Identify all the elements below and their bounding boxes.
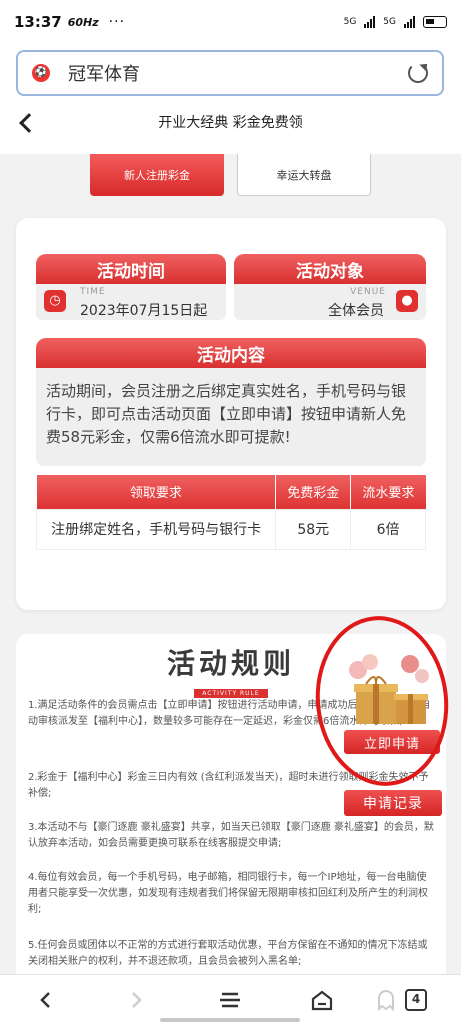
reload-icon[interactable] [408,63,428,83]
tab-lucky-wheel[interactable]: 幸运大转盘 [237,154,371,196]
table-header: 领取要求 [36,475,277,509]
incognito-icon [378,990,394,1011]
nav-forward-button[interactable] [116,983,156,1017]
browser-bottom-nav: 4 [0,974,461,1024]
activity-target-value: 全体会员 [328,303,384,319]
table-cell: 6倍 [350,508,426,550]
target-en-label: VENUE [350,287,386,297]
table-header: 流水要求 [350,475,426,509]
rule-item: 4.每位有效会员，每一个手机号码，电子邮箱，相同银行卡，每一个IP地址，每一台电… [28,872,428,915]
requirement-table: 领取要求 免费彩金 流水要求 注册绑定姓名，手机号码与银行卡 58元 6倍 [35,475,426,550]
activity-target-heading: 活动对象 [234,254,426,284]
signal-icon [364,16,376,28]
rules-subtitle: ACTIVITY RULE [194,689,268,698]
nav-home-button[interactable] [302,983,342,1017]
rule-item: 5.任何会员或团体以不正常的方式进行套取活动优惠，平台方保留在不通知的情况下冻结… [28,940,428,967]
table-row: 注册绑定姓名，手机号码与银行卡 58元 6倍 [35,508,426,550]
nav-menu-button[interactable] [210,983,250,1017]
page-header: 开业大经典 彩金免费领 [0,104,461,154]
table-cell: 58元 [275,508,352,550]
activity-content-text: 活动期间，会员注册之后绑定真实姓名，手机号码与银行卡，即可点击活动页面【立即申请… [36,368,426,466]
activity-time-heading: 活动时间 [36,254,226,284]
activity-time-value: 2023年07月15日起 [80,303,208,319]
chevron-right-icon [132,992,142,1008]
user-icon: ● [396,290,418,312]
signal-label-1: 5G [343,17,357,27]
chevron-left-icon [40,992,50,1008]
table-header: 免费彩金 [275,475,352,509]
menu-icon [220,992,240,1008]
home-indicator [160,1018,300,1022]
activity-target-box: VENUE 全体会员 ● [234,284,426,320]
activity-card: 活动时间 ◷ TIME 2023年07月15日起 活动对象 VENUE 全体会员… [16,218,446,610]
tab-new-user-bonus[interactable]: 新人注册彩金 [90,154,224,196]
more-dots: ··· [108,14,126,30]
battery-icon [423,16,447,28]
activity-time-box: ◷ TIME 2023年07月15日起 [36,284,226,320]
refresh-rate: 60Hz [67,15,99,29]
signal-label-2: 5G [383,17,396,27]
status-time: 13:37 [14,13,62,31]
rule-item: 3.本活动不与【豪门逐鹿 豪礼盛宴】共享，如当天已领取【豪门逐鹿 豪礼盛宴】的会… [28,822,434,849]
address-text[interactable]: 冠军体育 [68,60,140,86]
signal-icon-2 [404,16,415,28]
clock-icon: ◷ [44,290,66,312]
page-title: 开业大经典 彩金免费领 [158,115,303,131]
home-icon [311,990,333,1011]
activity-content-heading: 活动内容 [36,338,426,368]
browser-toolbar: ⚽ 冠军体育 [0,44,461,104]
time-en-label: TIME [80,287,106,297]
status-bar: 13:37 60Hz ··· 5G 5G [0,0,461,44]
nav-tabs-button[interactable]: 4 [396,983,436,1017]
tabs-count: 4 [405,989,427,1011]
address-bar[interactable]: ⚽ 冠军体育 [16,50,444,96]
application-records-button[interactable]: 申请记录 [344,790,442,816]
site-logo-icon: ⚽ [32,64,50,82]
table-cell: 注册绑定姓名，手机号码与银行卡 [35,508,277,550]
nav-back-button[interactable] [26,983,66,1017]
